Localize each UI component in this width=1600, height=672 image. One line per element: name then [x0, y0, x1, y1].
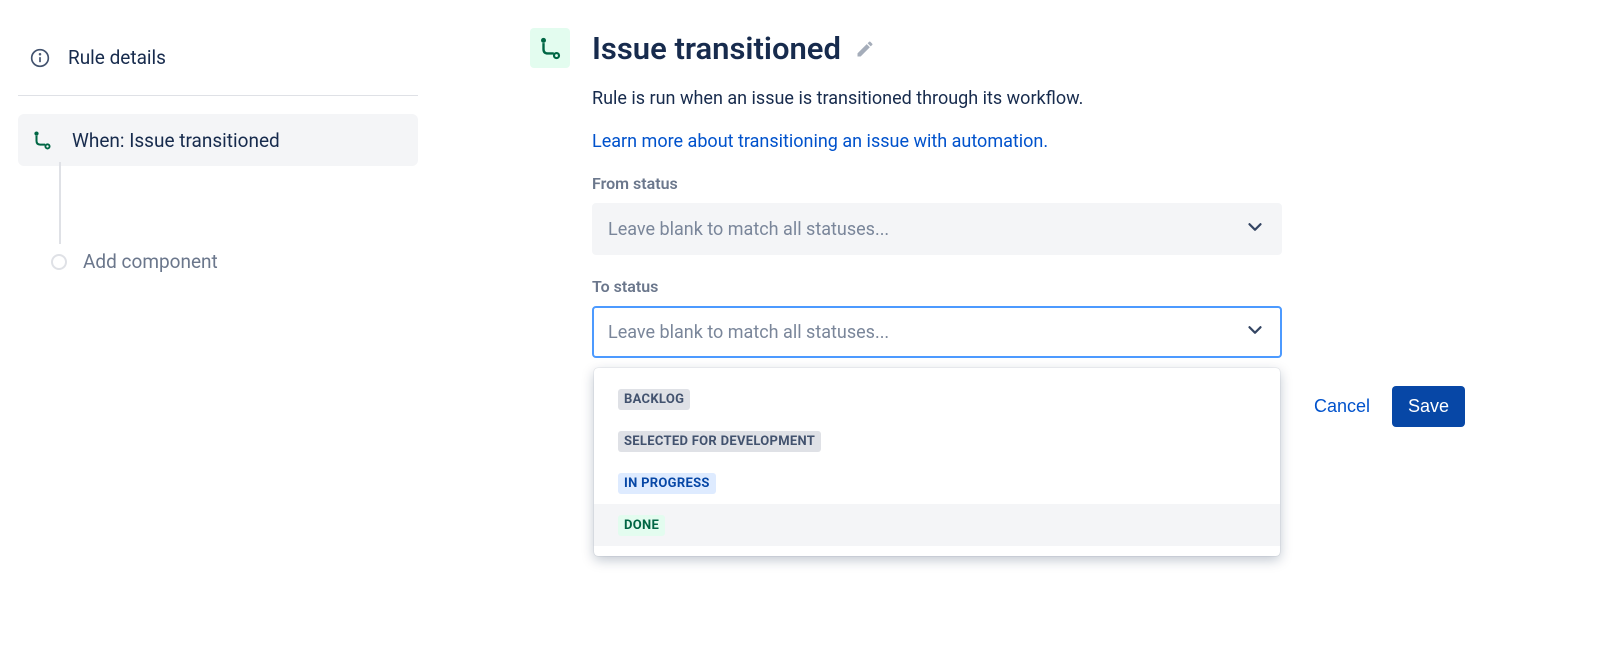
- rule-details-label: Rule details: [68, 46, 166, 69]
- timeline: Add component: [61, 166, 418, 273]
- workflow-icon: [530, 28, 570, 68]
- main-content: Issue transitioned Rule is run when an i…: [418, 26, 1600, 358]
- description-text: Rule is run when an issue is transitione…: [592, 86, 1600, 111]
- save-button[interactable]: Save: [1392, 386, 1465, 427]
- sidebar: Rule details When: Issue transitioned Ad…: [18, 26, 418, 358]
- add-component-label: Add component: [83, 250, 218, 273]
- header-row: Issue transitioned: [530, 28, 1600, 68]
- rule-details-row[interactable]: Rule details: [18, 26, 418, 96]
- chevron-down-icon: [1244, 319, 1266, 345]
- content-body: Rule is run when an issue is transitione…: [530, 68, 1600, 358]
- info-icon: [30, 48, 50, 68]
- cancel-button[interactable]: Cancel: [1310, 388, 1374, 425]
- from-status-placeholder: Leave blank to match all statuses...: [608, 219, 1244, 240]
- status-lozenge: IN PROGRESS: [618, 473, 716, 494]
- to-status-label: To status: [592, 277, 1600, 296]
- dropdown-option[interactable]: IN PROGRESS: [594, 462, 1280, 504]
- button-row: Cancel Save: [1310, 386, 1465, 427]
- sidebar-item-trigger[interactable]: When: Issue transitioned: [18, 114, 418, 166]
- dropdown-option[interactable]: SELECTED FOR DEVELOPMENT: [594, 420, 1280, 462]
- status-lozenge: BACKLOG: [618, 389, 690, 410]
- page-title-text: Issue transitioned: [592, 30, 841, 67]
- to-status-placeholder: Leave blank to match all statuses...: [608, 322, 1244, 343]
- to-status-dropdown: BACKLOG SELECTED FOR DEVELOPMENT IN PROGRE…: [594, 368, 1280, 556]
- learn-more-link[interactable]: Learn more about transitioning an issue …: [592, 131, 1048, 152]
- add-component-row[interactable]: Add component: [51, 250, 418, 273]
- to-status-select[interactable]: Leave blank to match all statuses... BAC…: [592, 306, 1282, 358]
- sidebar-item-label: When: Issue transitioned: [72, 129, 280, 152]
- status-lozenge: SELECTED FOR DEVELOPMENT: [618, 431, 821, 452]
- dropdown-option[interactable]: DONE: [594, 504, 1280, 546]
- page-title: Issue transitioned: [592, 30, 875, 67]
- circle-icon: [51, 254, 67, 270]
- from-status-select[interactable]: Leave blank to match all statuses...: [592, 203, 1282, 255]
- chevron-down-icon: [1244, 216, 1266, 242]
- status-lozenge: DONE: [618, 515, 665, 536]
- workflow-icon: [30, 128, 54, 152]
- from-status-label: From status: [592, 174, 1600, 193]
- dropdown-option[interactable]: BACKLOG: [594, 378, 1280, 420]
- edit-icon[interactable]: [855, 39, 875, 59]
